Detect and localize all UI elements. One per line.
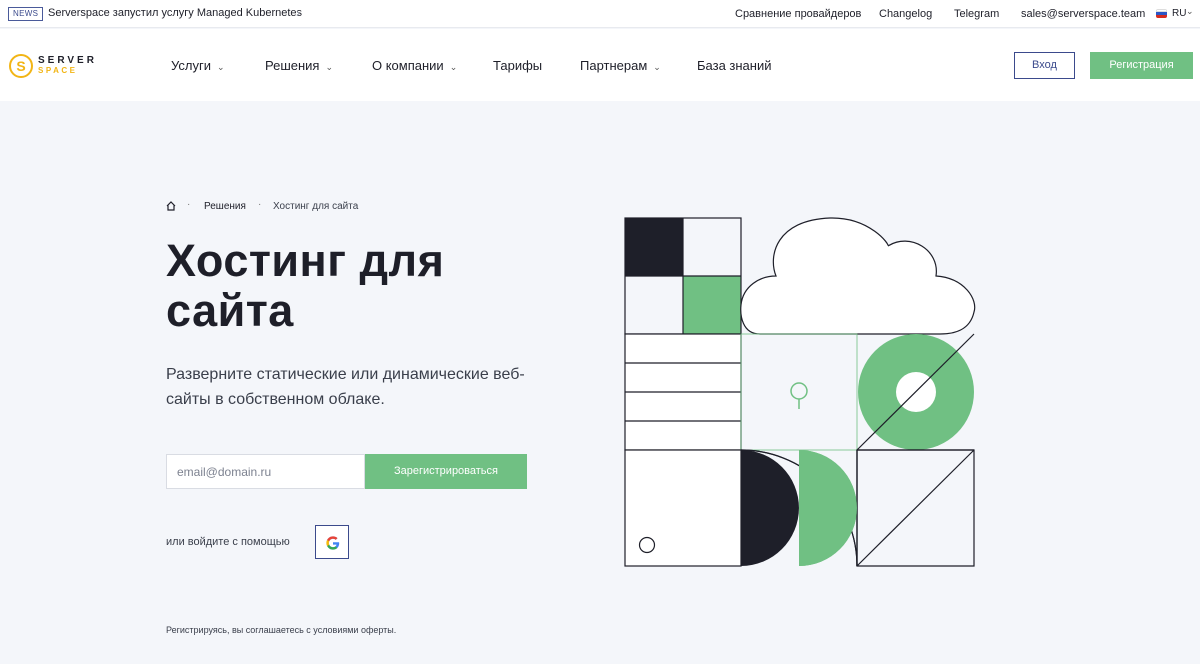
breadcrumb-current: Хостинг для сайта bbox=[273, 201, 359, 212]
register-button[interactable]: Регистрация bbox=[1090, 52, 1193, 79]
nav-solutions-label: Решения bbox=[265, 58, 320, 73]
green-half-circle-top bbox=[799, 450, 857, 566]
signup-button[interactable]: Зарегистрироваться bbox=[365, 454, 527, 489]
sales-email-link[interactable]: sales@serverspace.team bbox=[1021, 8, 1145, 20]
keyhole-frame bbox=[740, 333, 858, 451]
breadcrumb-separator: · bbox=[187, 199, 191, 210]
language-selector[interactable]: RU bbox=[1172, 8, 1186, 19]
main-header: S SERVER SPACE Услуги ⌄ Решения ⌄ О компан… bbox=[0, 29, 1200, 101]
keyhole-icon bbox=[790, 382, 808, 400]
google-login-button[interactable] bbox=[315, 525, 349, 559]
nav-services[interactable]: Услуги ⌄ bbox=[171, 58, 225, 73]
hero-description: Разверните статические или динамические … bbox=[166, 366, 525, 408]
nav-partners[interactable]: Партнерам ⌄ bbox=[580, 58, 661, 73]
green-square bbox=[683, 276, 741, 334]
chevron-down-icon: ⌄ bbox=[325, 62, 334, 72]
chevron-down-icon[interactable]: ⌄ bbox=[1186, 6, 1194, 17]
nav-pricing-label: Тарифы bbox=[493, 58, 543, 73]
news-bar: NEWS Serverspace запустил услугу Managed… bbox=[0, 0, 1200, 28]
page-title: Хостинг для сайта bbox=[166, 235, 445, 336]
nav-partners-label: Партнерам bbox=[580, 58, 648, 73]
logo-icon[interactable]: S bbox=[9, 54, 33, 78]
compare-providers-link[interactable]: Сравнение провайдеров bbox=[735, 8, 861, 20]
changelog-link[interactable]: Changelog bbox=[879, 8, 932, 20]
nav-knowledge-base-label: База знаний bbox=[697, 58, 772, 73]
hero-illustration bbox=[624, 217, 976, 567]
nav-pricing[interactable]: Тарифы bbox=[493, 58, 542, 73]
login-button[interactable]: Вход bbox=[1014, 52, 1075, 79]
terms-text: Регистрируясь, вы соглашаетесь с условия… bbox=[166, 625, 397, 635]
bottom-square bbox=[624, 449, 742, 567]
nav-services-label: Услуги bbox=[171, 58, 211, 73]
chevron-down-icon: ⌄ bbox=[653, 62, 661, 72]
alt-login-text: или войдите с помощью bbox=[166, 536, 290, 548]
telegram-link[interactable]: Telegram bbox=[954, 8, 999, 20]
dark-half-circle bbox=[741, 450, 799, 566]
cloud-shape bbox=[740, 217, 976, 335]
breadcrumb-separator: · bbox=[258, 199, 262, 210]
nav-about-label: О компании bbox=[372, 58, 444, 73]
home-icon[interactable] bbox=[166, 201, 176, 211]
nav-knowledge-base[interactable]: База знаний bbox=[697, 58, 772, 73]
logo-text-server[interactable]: SERVER bbox=[38, 55, 97, 66]
news-link[interactable]: Serverspace запустил услугу Managed Kube… bbox=[48, 7, 302, 19]
dark-square bbox=[625, 218, 683, 276]
russia-flag-icon[interactable] bbox=[1156, 9, 1167, 18]
logo-text-space[interactable]: SPACE bbox=[38, 66, 77, 75]
chevron-right-icon[interactable]: › bbox=[296, 6, 300, 20]
chevron-down-icon: ⌄ bbox=[449, 62, 458, 72]
breadcrumb-solutions[interactable]: Решения bbox=[204, 201, 246, 212]
nav-about[interactable]: О компании ⌄ bbox=[372, 58, 457, 73]
google-icon bbox=[326, 536, 340, 550]
news-badge: NEWS bbox=[8, 7, 44, 21]
chevron-down-icon: ⌄ bbox=[216, 62, 225, 72]
email-input[interactable] bbox=[166, 454, 365, 489]
nav-solutions[interactable]: Решения ⌄ bbox=[265, 58, 333, 73]
